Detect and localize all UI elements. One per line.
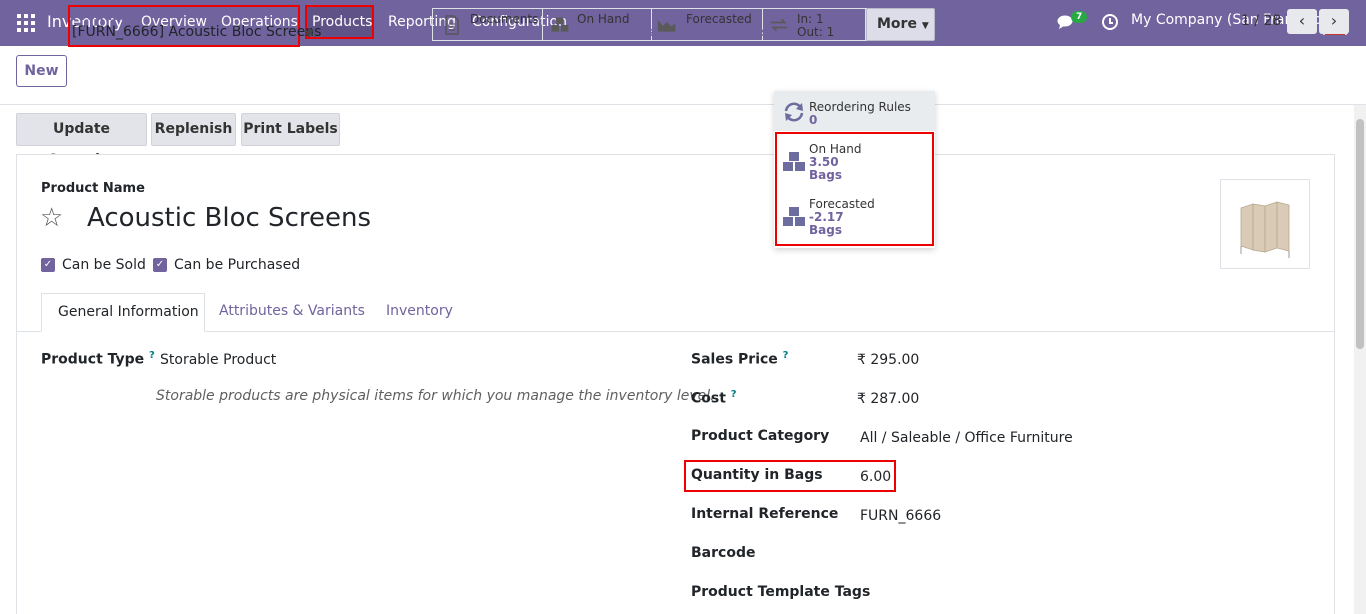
area-chart-icon bbox=[657, 20, 676, 32]
reordering-rules-value: 0 bbox=[809, 113, 818, 127]
reordering-rules-item[interactable]: Reordering Rules 0 bbox=[774, 91, 935, 131]
replenish-button[interactable]: Replenish bbox=[151, 113, 236, 146]
cost-label: Cost ? bbox=[691, 389, 737, 407]
product-name-field[interactable]: Acoustic Bloc Screens bbox=[87, 203, 371, 233]
sales-price-field[interactable]: ₹ 295.00 bbox=[857, 352, 919, 368]
activity-clock-icon[interactable] bbox=[1102, 14, 1118, 30]
product-image[interactable] bbox=[1220, 179, 1310, 269]
document-icon bbox=[445, 15, 459, 35]
form-statusbar: Update Quantity Replenish Print Labels bbox=[0, 105, 1366, 168]
product-template-tags-label: Product Template Tags bbox=[691, 584, 871, 600]
product-name-label: Product Name bbox=[41, 181, 145, 196]
gear-icon[interactable]: ✱ bbox=[304, 26, 314, 40]
update-quantity-button[interactable]: Update Quantity bbox=[16, 113, 147, 168]
print-labels-button[interactable]: Print Labels bbox=[241, 113, 340, 146]
documents-button[interactable]: Documents 0 bbox=[433, 9, 543, 40]
tab-general-information[interactable]: General Information bbox=[41, 293, 205, 332]
on-hand-value: 21.00 Units bbox=[577, 25, 655, 39]
forecasted-button[interactable]: Forecasted -13.00 Units bbox=[652, 9, 768, 40]
new-button[interactable]: New bbox=[16, 55, 67, 87]
out-count: Out: 1 bbox=[797, 25, 835, 39]
pager-value[interactable]: 1 / 28 bbox=[1241, 13, 1281, 29]
help-tooltip-icon[interactable]: ? bbox=[149, 350, 155, 361]
help-tooltip-icon[interactable]: ? bbox=[783, 350, 789, 361]
tab-inventory[interactable]: Inventory bbox=[386, 293, 453, 332]
in-out-button[interactable]: In: 1 Out: 1 bbox=[763, 9, 866, 40]
product-type-label-text: Product Type bbox=[41, 351, 145, 368]
control-panel: New bbox=[0, 46, 1366, 105]
barcode-label: Barcode bbox=[691, 545, 756, 561]
in-count: In: 1 bbox=[797, 12, 824, 26]
can-be-sold-checkbox[interactable]: ✓ bbox=[41, 258, 55, 272]
product-type-help: Storable products are physical items for… bbox=[156, 388, 715, 404]
product-type-field[interactable]: Storable Product bbox=[160, 352, 276, 368]
cost-field[interactable]: ₹ 287.00 bbox=[857, 391, 919, 407]
can-be-purchased-checkbox[interactable]: ✓ bbox=[153, 258, 167, 272]
can-be-sold-label: Can be Sold bbox=[62, 257, 146, 273]
refresh-icon bbox=[784, 102, 804, 122]
smart-buttons: Documents 0 On Hand 21.00 Units Forecast… bbox=[432, 8, 867, 41]
quantity-bags-field[interactable]: 6.00 bbox=[860, 469, 891, 485]
product-category-label: Product Category bbox=[691, 428, 830, 444]
page-scrollbar[interactable] bbox=[1354, 105, 1366, 614]
favorite-star-icon[interactable]: ☆ bbox=[40, 203, 63, 233]
quantity-bags-label: Quantity in Bags bbox=[691, 467, 823, 483]
apps-grid-icon[interactable] bbox=[17, 14, 35, 32]
forecasted-label: Forecasted bbox=[686, 12, 752, 26]
on-hand-button[interactable]: On Hand 21.00 Units bbox=[543, 9, 655, 40]
product-category-field[interactable]: All / Saleable / Office Furniture bbox=[860, 430, 1073, 446]
internal-reference-field[interactable]: FURN_6666 bbox=[860, 508, 941, 524]
forecasted-value: -13.00 Units bbox=[686, 25, 769, 39]
can-be-purchased-label: Can be Purchased bbox=[174, 257, 301, 273]
documents-value: 0 bbox=[470, 25, 479, 39]
pager-previous-button[interactable]: ‹ bbox=[1287, 9, 1317, 34]
cost-label-text: Cost bbox=[691, 390, 726, 407]
help-tooltip-icon[interactable]: ? bbox=[731, 389, 737, 400]
form-tabs: General Information Attributes & Variant… bbox=[17, 293, 1334, 332]
more-label: More bbox=[877, 16, 917, 32]
scrollbar-thumb[interactable] bbox=[1356, 119, 1364, 349]
cubes-icon bbox=[551, 17, 569, 32]
pager-next-button[interactable]: › bbox=[1319, 9, 1349, 34]
internal-reference-label: Internal Reference bbox=[691, 506, 839, 522]
breadcrumb-current: [FURN_6666] Acoustic Bloc Screens bbox=[72, 24, 322, 40]
sales-price-label: Sales Price ? bbox=[691, 350, 788, 368]
on-hand-label: On Hand bbox=[577, 12, 630, 26]
exchange-arrows-icon bbox=[770, 18, 788, 32]
message-count-badge: 7 bbox=[1071, 11, 1088, 23]
documents-label: Documents bbox=[470, 12, 539, 26]
caret-down-icon: ▼ bbox=[921, 21, 929, 31]
reordering-rules-label: Reordering Rules bbox=[809, 100, 911, 114]
product-type-label: Product Type ? bbox=[41, 350, 155, 368]
tab-attributes-variants[interactable]: Attributes & Variants bbox=[219, 293, 365, 332]
more-button[interactable]: More ▼ bbox=[866, 8, 935, 41]
sales-price-label-text: Sales Price bbox=[691, 351, 778, 368]
bags-highlight-box bbox=[775, 132, 934, 246]
breadcrumb-parent[interactable]: Products bbox=[72, 9, 132, 23]
